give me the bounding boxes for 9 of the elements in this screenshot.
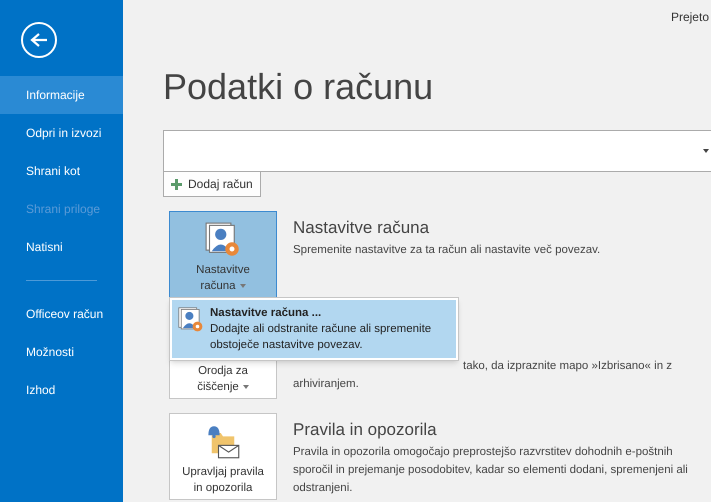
section-title: Nastavitve računa xyxy=(293,217,430,239)
section-title: Pravila in opozorila xyxy=(293,419,438,441)
folder-label: Prejeto xyxy=(670,9,709,26)
page-title: Podatki o računu xyxy=(163,65,434,109)
section-description: Spremenite nastavitve za ta račun ali nastavite več povezav. xyxy=(293,243,600,258)
section-description: tako, da izpraznite mapo »Izbrisano« in z arhiviranjem. xyxy=(293,359,674,392)
menu-item-description: Dodajte ali odstranite račune ali spremenite obstoječe nastavitve povezav. xyxy=(210,322,432,353)
section-description: Pravila in opozorila omogočajo preprostejšo razvrstitev dohodnih e-poštnih sporočil in prejemanje posodobitev, kadar so elementi dodani, spremenjeni ali odstranjeni. xyxy=(293,445,689,496)
menu-item-title: Nastavitve računa ... xyxy=(210,306,322,321)
